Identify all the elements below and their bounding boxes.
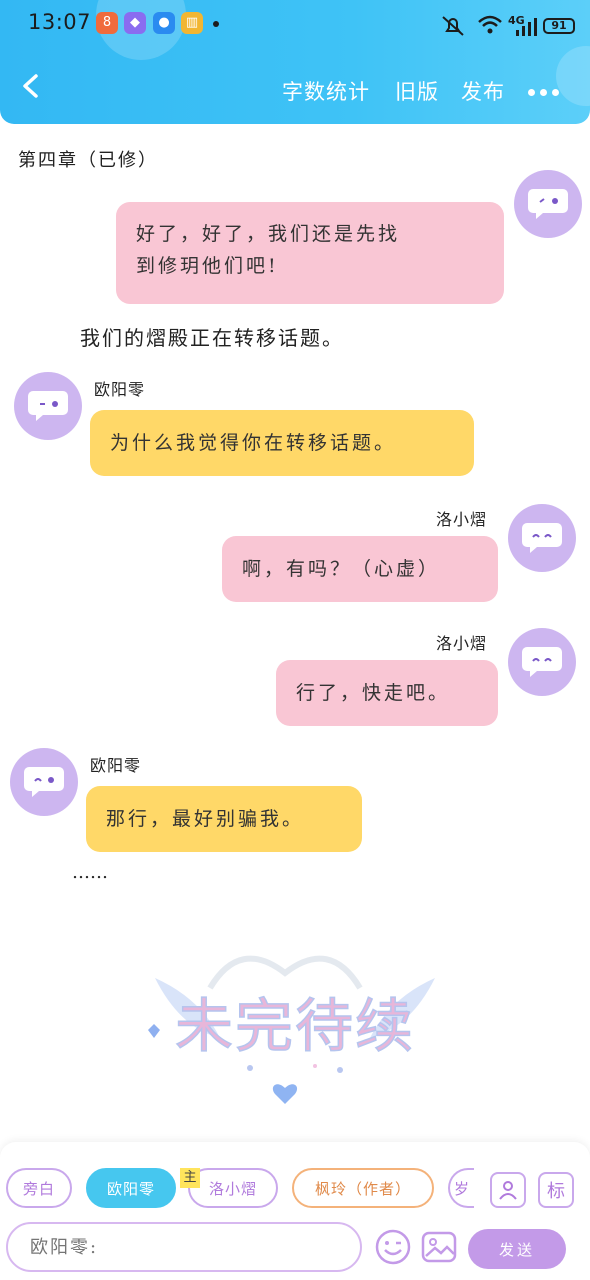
avatar[interactable] [14, 372, 82, 440]
send-button[interactable]: 发送 [468, 1229, 566, 1269]
top-app-bar: 13:07 8 ◆ ● ▥ 4G 91 字数统计 旧版 发布 [0, 0, 590, 124]
chat-bubble-avatar-icon [28, 391, 68, 421]
avatar[interactable] [508, 628, 576, 696]
message-bubble: 啊，有吗？（心虚） [222, 536, 498, 602]
mute-icon [442, 16, 464, 36]
speaker-name: 欧阳零 [90, 756, 142, 775]
message-bubble: 那行，最好别骗我。 [86, 786, 362, 852]
message-text: 啊，有吗？（心虚） [242, 558, 441, 580]
app-red-icon: 8 [96, 12, 118, 34]
narration-text: 我们的熠殿正在转移话题。 [80, 326, 344, 350]
emoji-button[interactable] [374, 1228, 412, 1266]
chat-bubble-avatar-icon [528, 189, 568, 219]
app-blue-icon: ● [153, 12, 175, 34]
narration-text: …… [72, 862, 108, 883]
more-dot [528, 88, 535, 96]
back-button[interactable] [14, 66, 54, 106]
message-bubble: 为什么我觉得你在转移话题。 [90, 410, 474, 476]
banner-logo-text: 未完待续 [175, 992, 415, 1060]
word-count-button[interactable]: 字数统计 [282, 76, 370, 106]
role-chip-narrator[interactable]: 旁白 [6, 1168, 72, 1208]
app-gradient-icon: ◆ [124, 12, 146, 34]
signal-icon [516, 18, 537, 36]
battery-icon: 91 [543, 18, 575, 34]
character-manage-button[interactable] [490, 1172, 526, 1208]
avatar[interactable] [514, 170, 582, 238]
message-bubble: 好了，好了，我们还是先找 到修玥他们吧! [116, 202, 504, 304]
more-options-button[interactable] [528, 82, 564, 102]
role-chip-author[interactable]: 枫玲（作者） [292, 1168, 434, 1208]
message-input[interactable] [6, 1222, 362, 1272]
wifi-icon [478, 15, 502, 34]
old-version-button[interactable]: 旧版 [395, 76, 439, 106]
role-chip-ouyang-ling[interactable]: 欧阳零 [86, 1168, 176, 1208]
message-text: 为什么我觉得你在转移话题。 [110, 432, 397, 454]
more-dot [552, 88, 559, 96]
more-dot [540, 88, 547, 96]
status-bar: 13:07 8 ◆ ● ▥ 4G 91 [0, 0, 590, 50]
person-icon [499, 1181, 517, 1200]
speaker-name: 洛小熠 [436, 510, 488, 529]
speaker-name: 欧阳零 [94, 380, 146, 399]
speaker-name: 洛小熠 [436, 634, 488, 653]
role-chip-luo-xiaoyi[interactable]: 洛小熠 [188, 1168, 278, 1208]
chat-bubble-avatar-icon [24, 767, 64, 797]
message-bubble: 行了，快走吧。 [276, 660, 498, 726]
app-book-icon: ▥ [181, 12, 203, 34]
tag-button[interactable]: 标 [538, 1172, 574, 1208]
image-button[interactable] [420, 1228, 458, 1266]
message-text: 行了，快走吧。 [296, 682, 451, 704]
to-be-continued-banner: 未完待续 [148, 955, 435, 1104]
chat-bubble-avatar-icon [522, 647, 562, 677]
message-text: 那行，最好别骗我。 [106, 808, 305, 830]
publish-button[interactable]: 发布 [461, 76, 505, 106]
avatar[interactable] [10, 748, 78, 816]
avatar[interactable] [508, 504, 576, 572]
main-character-badge: 主 [180, 1168, 200, 1188]
chat-bubble-avatar-icon [522, 523, 562, 553]
status-time: 13:07 [28, 10, 92, 34]
notification-dot [213, 21, 219, 27]
chapter-title: 第四章（已修） [18, 150, 158, 171]
